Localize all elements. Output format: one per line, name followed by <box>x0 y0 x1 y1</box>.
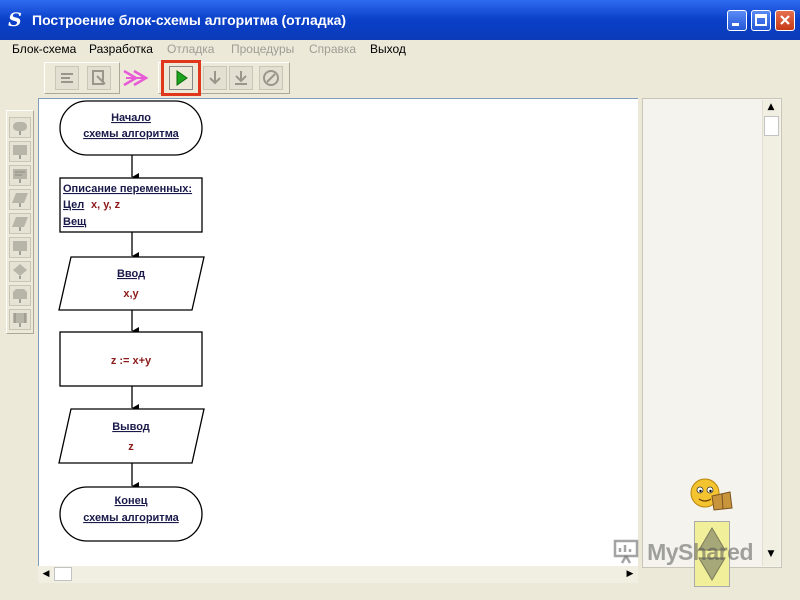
scroll-down-icon[interactable]: ▼ <box>764 547 778 562</box>
process-shape-icon <box>13 145 27 159</box>
call-shape-icon <box>13 313 27 327</box>
watermark: MyShared <box>612 538 754 566</box>
output-block-vars: z <box>128 441 134 453</box>
output-block[interactable]: Вывод z <box>58 408 205 464</box>
presentation-board-icon <box>613 539 639 564</box>
vertical-scroll-thumb[interactable] <box>764 116 779 136</box>
stop-button[interactable] <box>259 66 283 90</box>
end-block-line1: Конец <box>115 495 148 507</box>
menu-flowchart[interactable]: Блок-схема <box>12 40 76 58</box>
toolbar-group-edit <box>44 62 120 94</box>
start-block-line2: схемы алгоритма <box>83 128 179 140</box>
palette-decision-button[interactable] <box>9 261 31 282</box>
toolbar <box>0 58 800 98</box>
assign-shape-icon <box>13 241 27 255</box>
minimize-icon <box>732 23 739 26</box>
close-button[interactable] <box>775 10 795 31</box>
reading-smiley-icon <box>690 478 733 511</box>
palette-terminator-button[interactable] <box>9 117 31 138</box>
declarations-int-keyword: Цел <box>63 199 84 211</box>
breakpoint-button[interactable] <box>87 66 111 90</box>
palette-loop-button[interactable] <box>9 285 31 306</box>
declarations-header: Описание переменных: <box>63 183 192 195</box>
shape-palette <box>6 110 34 334</box>
horizontal-scrollbar[interactable]: ◀ ▶ <box>38 566 638 583</box>
flowchart-canvas[interactable]: Начало схемы алгоритма Описание переменн… <box>38 98 638 566</box>
menu-help[interactable]: Справка <box>309 40 356 58</box>
step-into-icon <box>209 71 221 85</box>
menu-procedures[interactable]: Процедуры <box>231 40 294 58</box>
run-icon <box>176 70 188 86</box>
flowchart: Начало схемы алгоритма Описание переменн… <box>58 100 205 542</box>
menu-exit[interactable]: Выход <box>370 40 406 58</box>
scroll-right-icon[interactable]: ▶ <box>623 567 637 582</box>
step-over-icon <box>235 71 247 85</box>
menu-debug[interactable]: Отладка <box>167 40 214 58</box>
end-block-line2: схемы алгоритма <box>83 512 179 524</box>
declarations-block[interactable]: Описание переменных: Цел x, y, z Вещ <box>59 177 203 233</box>
declarations-int-vars: x, y, z <box>91 199 121 211</box>
end-block[interactable]: Конец схемы алгоритма <box>59 486 203 542</box>
stop-icon <box>263 70 279 86</box>
declaration-shape-icon <box>13 169 27 183</box>
menu-bar: Блок-схема Разработка Отладка Процедуры … <box>0 40 800 58</box>
close-icon <box>780 15 790 25</box>
input-block[interactable]: Ввод x,y <box>58 256 205 311</box>
palette-input-button[interactable] <box>9 189 31 210</box>
app-window: S Построение блок-схемы алгоритма (отлад… <box>0 0 800 600</box>
palette-assign-button[interactable] <box>9 237 31 258</box>
process-block[interactable]: z := x+y <box>59 331 203 387</box>
watermark-text: MyShared <box>647 539 754 565</box>
terminator-shape-icon <box>13 122 27 135</box>
start-block-line1: Начало <box>111 112 151 124</box>
menu-development[interactable]: Разработка <box>89 40 153 58</box>
maximize-icon <box>755 14 767 26</box>
output-shape-icon <box>12 217 28 231</box>
process-block-text: z := x+y <box>111 355 152 367</box>
scroll-up-icon[interactable]: ▲ <box>764 100 778 115</box>
step-into-button[interactable] <box>203 66 227 90</box>
decision-shape-icon <box>13 264 27 279</box>
maximize-button[interactable] <box>751 10 771 31</box>
vertical-scrollbar[interactable]: ▲ ▼ <box>762 100 780 566</box>
run-button[interactable] <box>169 66 193 90</box>
output-block-title: Вывод <box>112 421 150 433</box>
minimize-button[interactable] <box>727 10 747 31</box>
window-title: Построение блок-схемы алгоритма (отладка… <box>32 12 347 28</box>
app-icon[interactable]: S <box>6 9 24 31</box>
start-block[interactable]: Начало схемы алгоритма <box>59 100 203 156</box>
title-bar[interactable]: S Построение блок-схемы алгоритма (отлад… <box>0 0 800 40</box>
input-block-title: Ввод <box>117 268 145 280</box>
palette-declaration-button[interactable] <box>9 165 31 186</box>
step-over-button[interactable] <box>229 66 253 90</box>
declarations-real-keyword: Вещ <box>63 216 87 228</box>
palette-call-button[interactable] <box>9 309 31 330</box>
io-shape-icon <box>12 193 28 207</box>
step-icon <box>61 73 73 83</box>
scroll-left-icon[interactable]: ◀ <box>39 567 53 582</box>
loop-shape-icon <box>13 289 27 303</box>
horizontal-scroll-thumb[interactable] <box>54 567 72 581</box>
pointer-arrow-icon <box>123 69 149 87</box>
palette-process-button[interactable] <box>9 141 31 162</box>
palette-output-button[interactable] <box>9 213 31 234</box>
breakpoint-icon <box>92 70 106 85</box>
step-button[interactable] <box>55 66 79 90</box>
input-block-vars: x,y <box>123 288 139 300</box>
